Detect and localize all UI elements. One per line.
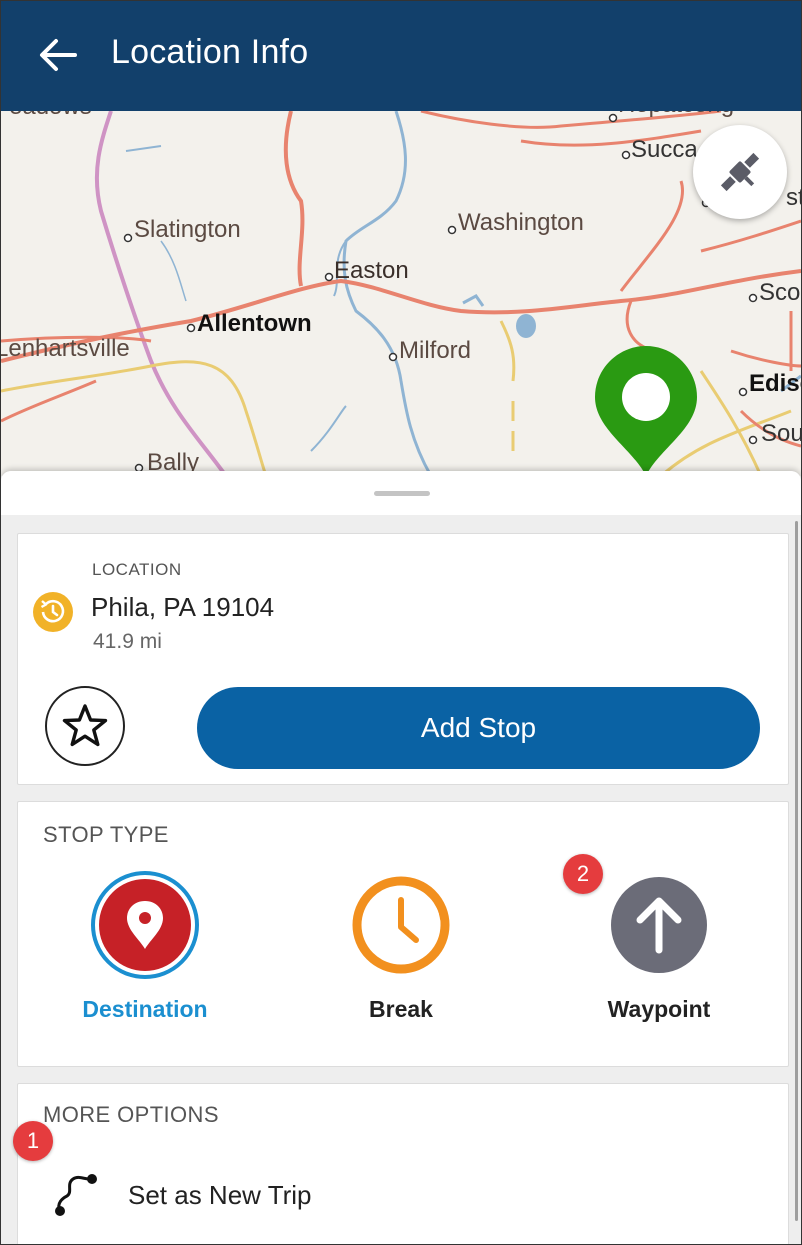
arrow-up-icon — [611, 877, 707, 973]
waypoint-label: Waypoint — [607, 996, 711, 1022]
stop-type-title: STOP TYPE — [43, 822, 169, 847]
page-title: Location Info — [111, 33, 309, 71]
history-icon — [33, 592, 73, 632]
stop-type-card: STOP TYPE Destination Break Waypoint — [17, 801, 789, 1067]
satellite-icon — [720, 152, 760, 192]
destination-label: Destination — [82, 996, 208, 1022]
favorite-button[interactable] — [45, 686, 125, 766]
more-options-title: MORE OPTIONS — [43, 1102, 219, 1127]
map-label: Ediso — [749, 370, 801, 397]
back-button[interactable] — [31, 31, 83, 79]
sheet-handle-area[interactable] — [1, 471, 801, 515]
bottom-sheet: LOCATION Phila, PA 19104 41.9 mi Add Sto… — [1, 471, 801, 1244]
more-options-card: MORE OPTIONS Set as New Trip — [17, 1083, 789, 1244]
map-label: Hopatcong — [618, 111, 734, 119]
map-label: Washington — [458, 209, 584, 236]
arrow-left-icon — [40, 39, 77, 71]
location-distance: 41.9 mi — [93, 630, 162, 653]
location-name: Phila, PA 19104 — [91, 592, 275, 622]
destination-option[interactable]: Destination — [45, 870, 245, 1030]
map-label: Lenhartsville — [1, 335, 130, 362]
map-view[interactable]: eadows Hopatcong Succa sto Slatington Wa… — [1, 111, 801, 476]
location-pin-icon[interactable] — [593, 344, 699, 476]
location-card: LOCATION Phila, PA 19104 41.9 mi Add Sto… — [17, 533, 789, 785]
break-option[interactable]: Break — [301, 870, 501, 1030]
break-label: Break — [369, 996, 433, 1022]
star-icon — [62, 704, 108, 747]
app-bar: Location Info — [1, 1, 801, 111]
annotation-badge-2: 2 — [563, 854, 603, 894]
app-frame: Location Info Succa s Slatington Washing… — [0, 0, 802, 1245]
annotation-badge-1: 1 — [13, 1121, 53, 1161]
map-label: sto — [786, 184, 801, 211]
map-label: Easton — [334, 257, 409, 284]
set-as-new-trip-item[interactable]: Set as New Trip — [18, 1160, 786, 1230]
scrollbar[interactable] — [795, 521, 798, 1221]
map-label: Sou — [761, 420, 801, 447]
map-label: Sco — [759, 279, 801, 306]
drag-handle[interactable] — [374, 491, 430, 496]
new-trip-label: Set as New Trip — [128, 1180, 312, 1210]
map-label: Milford — [399, 337, 472, 364]
satellite-toggle-button[interactable] — [693, 125, 787, 219]
map-label: Allentown — [197, 310, 312, 337]
map-label: Succa — [631, 136, 698, 163]
route-icon — [55, 1174, 97, 1216]
location-label: LOCATION — [92, 560, 182, 579]
map-label: Slatington — [134, 216, 241, 243]
destination-pin-icon — [91, 871, 199, 979]
waypoint-option[interactable]: Waypoint — [559, 870, 759, 1030]
add-stop-button[interactable]: Add Stop — [197, 687, 760, 769]
map-label: eadows — [9, 111, 92, 121]
clock-icon — [352, 876, 450, 974]
